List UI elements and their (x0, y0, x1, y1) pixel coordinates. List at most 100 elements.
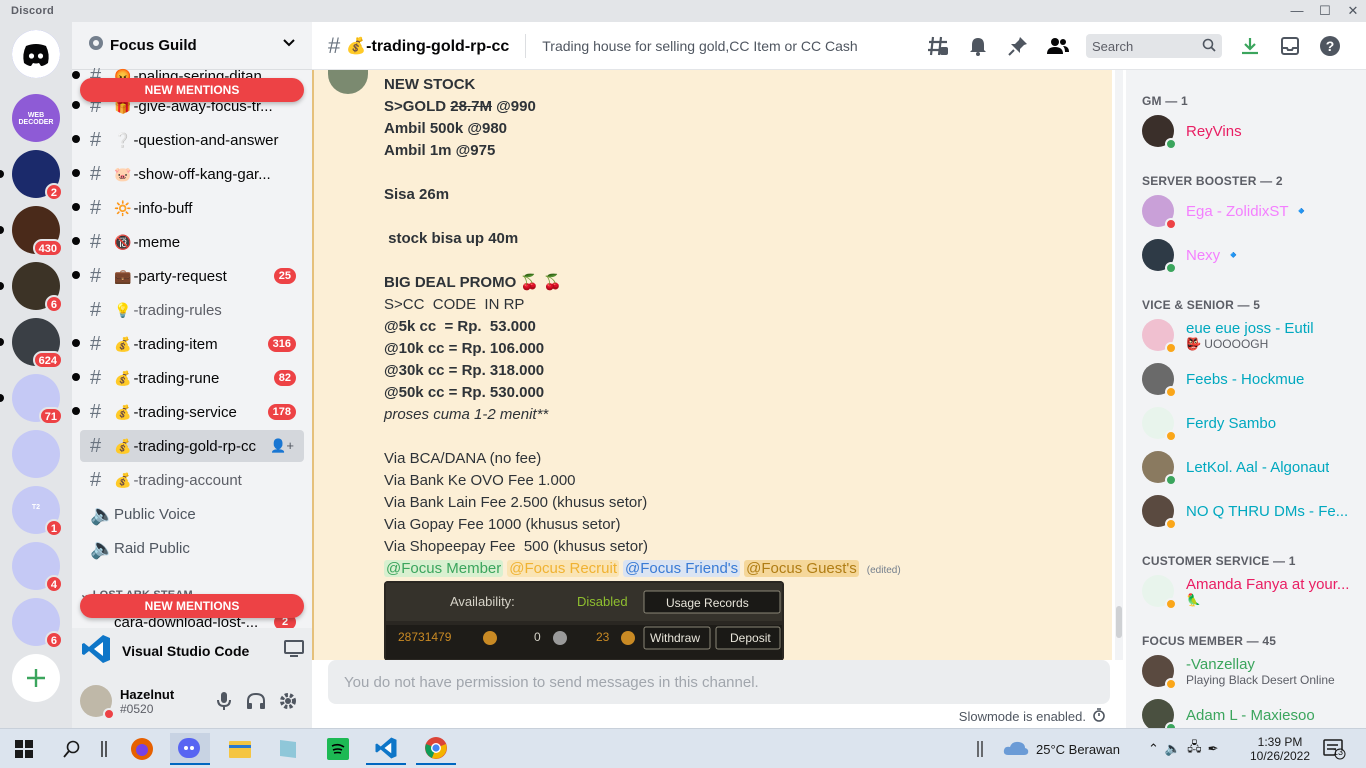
server-icon[interactable]: WEB DECODER (12, 94, 60, 142)
server-icon[interactable]: T2 1 (12, 486, 63, 537)
member-item[interactable]: eue eue joss - Eutil 👺 UOOOOGH (1142, 314, 1362, 356)
member-item[interactable]: Amanda Fanya at your... 🦜 (1142, 570, 1362, 612)
member-item[interactable]: LetKol. Aal - Algonaut (1142, 446, 1362, 488)
chevron-down-icon[interactable] (282, 36, 296, 55)
member-item[interactable]: NO Q THRU DMs - Fe... (1142, 490, 1362, 532)
server-icon[interactable] (12, 430, 60, 478)
message-line: BIG DEAL PROMO 🍒 🍒 (384, 272, 1104, 294)
notification-center-icon[interactable]: 13 (1322, 729, 1346, 768)
search-input[interactable]: Search (1086, 34, 1222, 58)
threads-icon[interactable] (926, 34, 950, 58)
home-button[interactable] (12, 30, 60, 78)
member-item[interactable]: Feebs - Hockmue (1142, 358, 1362, 400)
headphones-icon[interactable] (240, 685, 272, 717)
spotify-icon[interactable] (318, 733, 358, 765)
message-input[interactable]: You do not have permission to send messa… (328, 660, 1110, 704)
avatar (1142, 195, 1177, 230)
maximize-button[interactable]: ☐ (1310, 0, 1340, 22)
channel-item[interactable]: # 💰 -trading-gold-rp-cc 👤+ (80, 430, 304, 462)
member-info: Ega - ZolidixST 🔹 (1186, 202, 1311, 220)
channel-item[interactable]: # 💡 -trading-rules (80, 294, 304, 326)
minimize-button[interactable]: — (1282, 0, 1312, 22)
firefox-icon[interactable] (122, 733, 162, 765)
message-line: Via BCA/DANA (no fee) (384, 448, 1104, 470)
close-button[interactable]: ✕ (1338, 0, 1366, 22)
download-icon[interactable] (1238, 34, 1262, 58)
text-channel-icon: # (90, 298, 102, 321)
new-mentions-bottom[interactable]: NEW MENTIONS (80, 594, 304, 618)
scrollbar[interactable] (1115, 70, 1123, 660)
chrome-icon[interactable] (416, 733, 456, 765)
server-icon[interactable]: 6 (12, 598, 63, 649)
settings-gear-icon[interactable] (272, 685, 304, 717)
create-invite-icon[interactable]: 👤+ (270, 438, 294, 454)
new-mentions-top[interactable]: NEW MENTIONS (80, 78, 304, 102)
server-icon[interactable]: 624 (0, 318, 63, 369)
file-explorer-icon[interactable] (220, 733, 260, 765)
role-mention[interactable]: @Focus Friend's (623, 560, 741, 577)
screen-share-icon[interactable] (284, 639, 304, 663)
add-server-button[interactable] (12, 654, 60, 702)
help-icon[interactable]: ? (1318, 34, 1342, 58)
unread-pill (0, 394, 4, 402)
message-avatar[interactable] (328, 70, 368, 94)
server-icon[interactable]: 2 (0, 150, 63, 201)
clock[interactable]: 1:39 PM 10/26/2022 (1250, 729, 1310, 768)
server-icon[interactable]: 4 (12, 542, 63, 593)
channel-item[interactable]: # 💰 -trading-item 316 (72, 328, 304, 360)
discord-taskbar-icon[interactable] (170, 733, 210, 765)
notification-bell-icon[interactable] (966, 34, 990, 58)
server-icon[interactable]: 6 (0, 262, 63, 313)
channel-item[interactable]: # 🔆 -info-buff (72, 192, 304, 224)
scrollbar-thumb[interactable] (1116, 606, 1122, 638)
status-indicator-icon (1165, 598, 1177, 610)
volume-icon[interactable]: 🔈 (1165, 741, 1181, 757)
weather-widget[interactable]: 25°C Berawan (1002, 729, 1120, 768)
server-icon[interactable]: 430 (0, 206, 63, 257)
user-info[interactable]: Hazelnut #0520 (120, 687, 208, 716)
member-item[interactable]: Nexy 🔹 (1142, 234, 1362, 276)
channel-item[interactable]: # 💼 -party-request 25 (72, 260, 304, 292)
voice-channel-raid-public[interactable]: 🔈 Raid Public (80, 532, 304, 564)
avatar[interactable] (80, 685, 115, 720)
member-item[interactable]: -Vanzellay Playing Black Desert Online (1142, 650, 1362, 692)
message-line: Ambil 1m @975 (384, 140, 1104, 162)
member-list-icon[interactable] (1046, 34, 1070, 58)
message-line: Ambil 500k @980 (384, 118, 1104, 140)
role-mention[interactable]: @Focus Recruit (507, 560, 620, 577)
chevron-up-icon[interactable]: ⌃ (1148, 741, 1159, 757)
tray-divider-icon (960, 733, 1000, 765)
inbox-icon[interactable] (1278, 34, 1302, 58)
member-item[interactable]: ReyVins (1142, 110, 1362, 152)
task-view-icon[interactable] (84, 733, 124, 765)
image-attachment[interactable]: Availability: Disabled Usage Records 287… (384, 581, 784, 660)
status-indicator-icon (1165, 430, 1177, 442)
member-info: Amanda Fanya at your... 🦜 (1186, 576, 1349, 607)
channel-topic[interactable]: Trading house for selling gold,CC Item o… (542, 38, 857, 54)
voice-channel-public-voice[interactable]: 🔈 Public Voice (80, 498, 304, 530)
windows-taskbar: 25°C Berawan ⌃ 🔈 🖧 ✒ 1:39 PM 10/26/2022 … (0, 728, 1366, 768)
member-item[interactable]: Ega - ZolidixST 🔹 (1142, 190, 1362, 232)
microphone-icon[interactable] (208, 685, 240, 717)
server-icon[interactable]: 71 (0, 374, 63, 425)
member-item[interactable]: Ferdy Sambo (1142, 402, 1362, 444)
notepad-icon[interactable] (268, 733, 308, 765)
unread-dot (72, 71, 80, 79)
channel-item[interactable]: # 🐷 -show-off-kang-gar... (72, 158, 304, 190)
windows-start-icon[interactable] (4, 733, 44, 765)
member-item[interactable]: Adam L - Maxiesoo (1142, 694, 1362, 728)
channel-item[interactable]: # 💰 -trading-account (80, 464, 304, 496)
pin-icon[interactable] (1006, 34, 1030, 58)
network-icon[interactable]: 🖧 (1187, 738, 1202, 760)
vscode-taskbar-icon[interactable] (366, 733, 406, 765)
channel-item[interactable]: # ❔ -question-and-answer (72, 124, 304, 156)
role-mention[interactable]: @Focus Guest's (744, 560, 859, 577)
channel-item[interactable]: # 💰 -trading-rune 82 (72, 362, 304, 394)
role-mention[interactable]: @Focus Member (384, 560, 504, 577)
member-group-title: SERVER BOOSTER — 2 (1142, 174, 1283, 188)
member-name: Feebs - Hockmue (1186, 370, 1305, 388)
channel-item[interactable]: # 🔞 -meme (72, 226, 304, 258)
message-text: 28.7M (450, 98, 492, 115)
channel-item[interactable]: # 💰 -trading-service 178 (72, 396, 304, 428)
pen-icon[interactable]: ✒ (1208, 741, 1219, 757)
